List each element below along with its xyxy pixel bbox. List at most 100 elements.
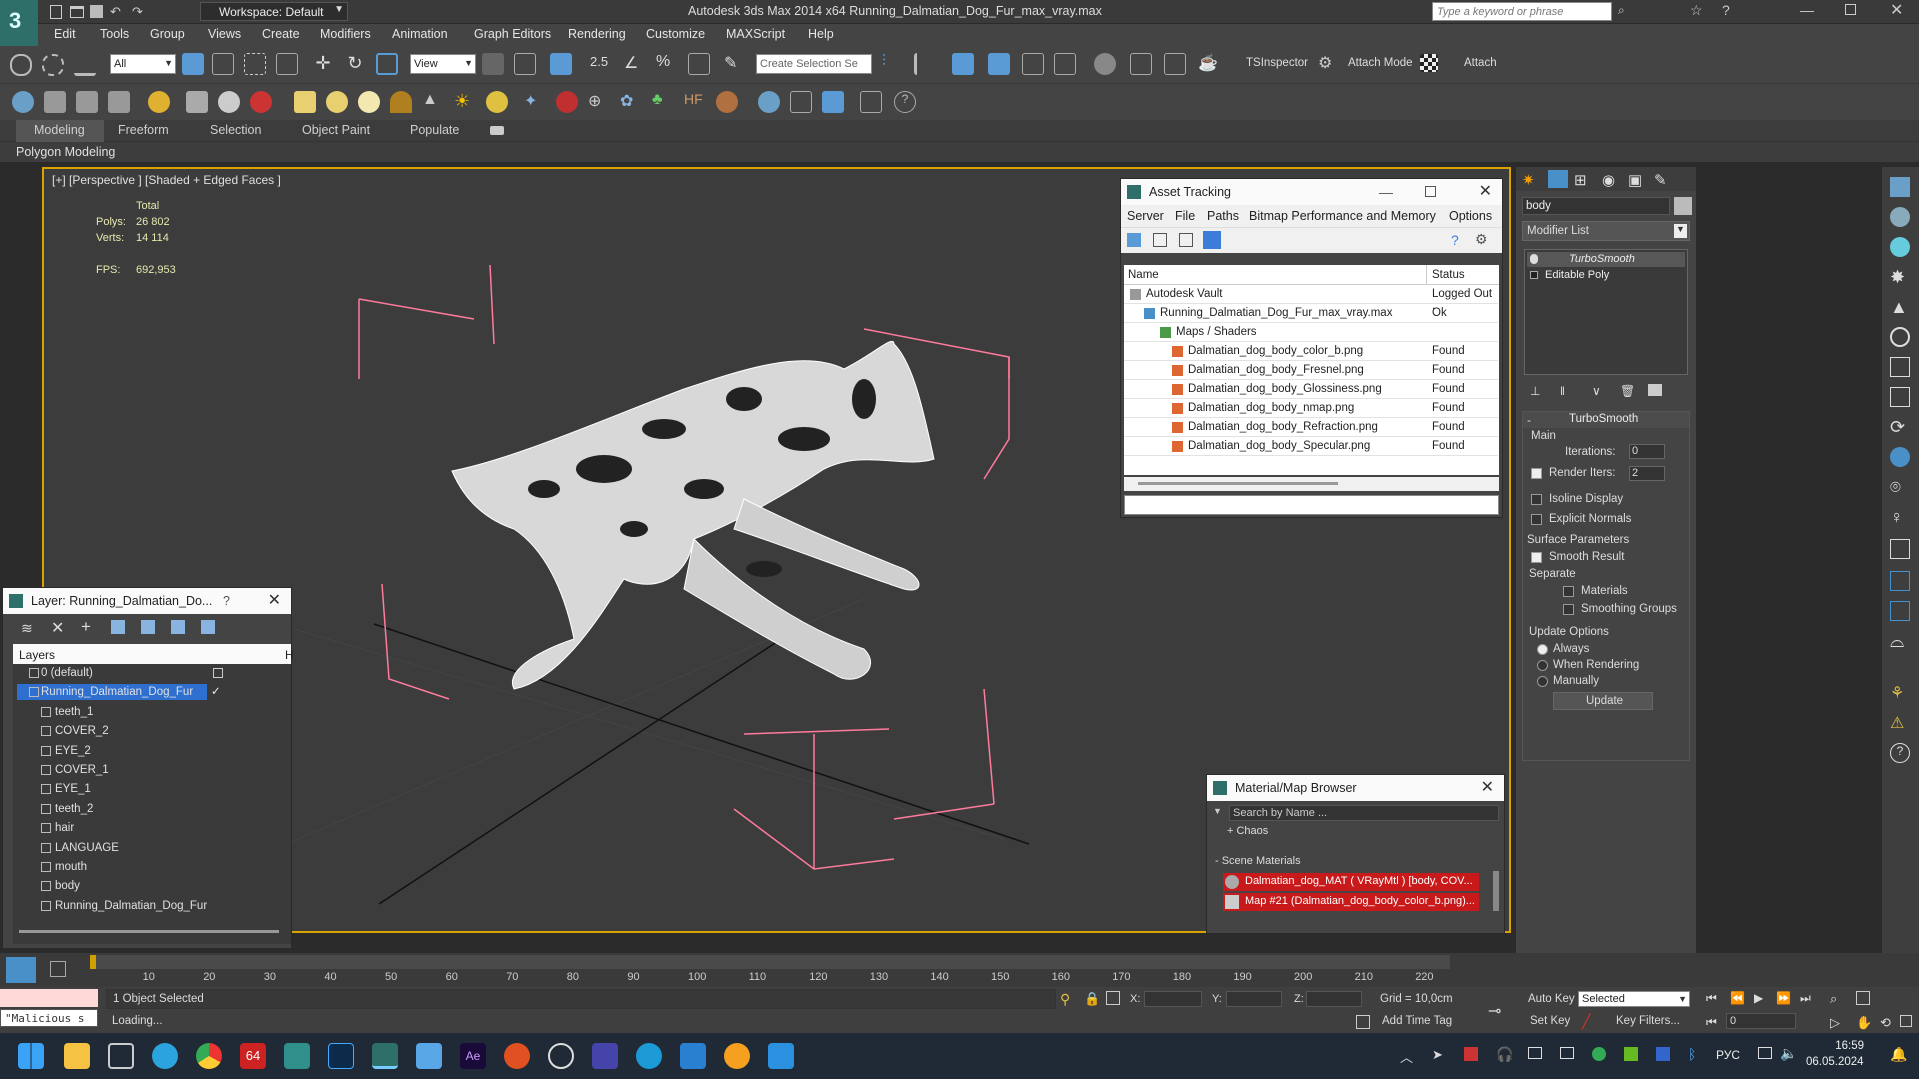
vray-render-icon[interactable] <box>1890 177 1910 197</box>
column-name[interactable]: Name <box>1128 269 1159 281</box>
tray-shield-icon[interactable] <box>1656 1047 1670 1061</box>
selection-filter-dropdown[interactable]: All ▼ <box>110 54 176 74</box>
unlink-icon[interactable] <box>42 54 64 76</box>
app-64-icon[interactable]: 64 <box>240 1043 266 1069</box>
modifier-list-dropdown[interactable]: Modifier List ▼ <box>1522 221 1690 241</box>
asset-menu-server[interactable]: Server <box>1127 209 1164 223</box>
tab-object-paint[interactable]: Object Paint <box>302 123 370 137</box>
object-color-swatch[interactable] <box>1674 197 1692 215</box>
tray-date[interactable]: 06.05.2024 <box>1806 1056 1864 1068</box>
open-file-icon[interactable] <box>70 6 84 18</box>
vray-light-icon[interactable] <box>1890 237 1910 257</box>
script-listener-mini[interactable] <box>0 989 98 1007</box>
named-selection-dropdown[interactable]: Create Selection Se <box>756 54 872 74</box>
layer-item[interactable]: mouth <box>13 858 289 877</box>
current-layer-check-icon[interactable]: ✓ <box>211 684 221 698</box>
horizontal-scrollbar[interactable] <box>1124 477 1499 491</box>
vray-fur-icon[interactable] <box>250 91 272 113</box>
select-layer-objects-icon[interactable] <box>111 620 125 634</box>
vray-ies-icon[interactable]: ▲ <box>422 91 444 113</box>
remove-modifier-icon[interactable]: 🗑 <box>1620 384 1635 398</box>
help-icon[interactable]: ? <box>1722 2 1730 18</box>
vray-ambient-icon[interactable] <box>486 91 508 113</box>
tab-freeform[interactable]: Freeform <box>118 123 169 137</box>
tsinspector-label[interactable]: TSInspector <box>1246 57 1308 69</box>
vray-light-icon[interactable] <box>358 91 380 113</box>
vray-plane-icon[interactable] <box>1890 447 1910 467</box>
layer-item[interactable]: hair <box>13 819 289 838</box>
table-view-icon[interactable] <box>1203 231 1221 249</box>
vray-lister-icon[interactable] <box>1890 601 1910 621</box>
tray-headset-icon[interactable]: 🎧 <box>1496 1046 1513 1063</box>
asset-row[interactable]: Dalmatian_dog_body_nmap.png Found <box>1124 399 1498 418</box>
configure-sets-icon[interactable] <box>1648 384 1662 396</box>
frame-buffer-icon[interactable] <box>108 91 130 113</box>
refresh-icon[interactable] <box>1127 233 1141 247</box>
tray-red-app-icon[interactable] <box>1464 1047 1478 1061</box>
tab-modeling[interactable]: Modeling <box>16 120 104 142</box>
tab-populate[interactable]: Populate <box>410 123 459 137</box>
material-editor-icon[interactable] <box>1094 53 1116 75</box>
rollout-header[interactable]: - TurboSmooth <box>1523 412 1689 428</box>
3ds-max-icon[interactable] <box>284 1043 310 1069</box>
mini-curve-editor-icon[interactable] <box>50 961 66 977</box>
scale-icon[interactable] <box>376 53 398 75</box>
menu-group[interactable]: Group <box>150 27 185 41</box>
timeline-configure-icon[interactable] <box>6 957 36 983</box>
binoculars-icon[interactable]: ⌕ <box>1618 3 1634 19</box>
material-browser-scrollbar[interactable] <box>1493 871 1499 911</box>
link-icon[interactable] <box>10 54 32 76</box>
tray-chevron-icon[interactable]: ︿ <box>1400 1047 1413 1066</box>
manually-radio[interactable] <box>1537 676 1548 687</box>
vray-lister-icon[interactable] <box>860 91 882 113</box>
utilities-tab-icon[interactable]: ✎ <box>1654 171 1667 189</box>
light-bulb-icon[interactable] <box>1530 254 1538 264</box>
object-name-field[interactable]: body <box>1522 197 1670 215</box>
schematic-view-icon[interactable] <box>1054 53 1076 75</box>
vray-hair-icon[interactable]: HF <box>684 91 706 113</box>
go-to-end-icon[interactable]: ⏭ <box>1800 991 1811 1006</box>
explicit-normals-checkbox[interactable] <box>1531 514 1542 525</box>
tray-volume-icon[interactable]: 🔈 <box>1780 1045 1797 1062</box>
map-item[interactable]: Map #21 (Dalmatian_dog_body_color_b.png)… <box>1223 893 1479 911</box>
ribbon-options-icon[interactable] <box>490 126 504 135</box>
layer-manager-icon[interactable] <box>952 53 974 75</box>
vray-proxy-icon[interactable]: ✦ <box>524 91 546 113</box>
play-icon[interactable]: ▶ <box>1754 991 1763 1005</box>
checker-icon[interactable] <box>1420 54 1438 72</box>
asset-row[interactable]: Autodesk Vault Logged Out . <box>1124 285 1498 312</box>
vray-help-icon[interactable]: ? <box>894 91 916 113</box>
menu-rendering[interactable]: Rendering <box>568 27 626 41</box>
keyboard-shortcut-override-icon[interactable] <box>550 53 572 75</box>
attach-mode-icon[interactable]: ⚙ <box>1318 53 1340 75</box>
notepad-icon[interactable] <box>416 1043 442 1069</box>
layer-item[interactable]: COVER_1 <box>13 761 289 780</box>
smooth-result-checkbox[interactable] <box>1531 552 1542 563</box>
minimize-icon[interactable]: — <box>1800 2 1814 18</box>
vray-decal-icon[interactable] <box>1890 571 1910 591</box>
update-button[interactable]: Update <box>1553 692 1653 710</box>
asset-path-field[interactable] <box>1124 495 1499 515</box>
snap-toggle[interactable]: 2.5 <box>590 54 608 69</box>
vray-settings-icon[interactable]: ⌓ <box>1890 631 1904 652</box>
scene-explorer-icon[interactable] <box>988 53 1010 75</box>
layer-scrollbar[interactable] <box>19 930 279 933</box>
windows-start-icon[interactable] <box>18 1043 44 1069</box>
pivot-center-icon[interactable] <box>482 53 504 75</box>
next-frame-icon[interactable]: ⏩ <box>1776 991 1791 1005</box>
vray-dome-icon[interactable] <box>390 91 412 113</box>
key-mode-dropdown[interactable]: Selected ▼ <box>1578 991 1690 1007</box>
show-end-result-icon[interactable]: ‖ <box>1560 384 1565 398</box>
previous-frame-icon[interactable]: ⏪ <box>1730 991 1745 1005</box>
vray-help-icon[interactable]: ? <box>1890 743 1910 763</box>
save-icon[interactable] <box>90 5 103 18</box>
tray-language[interactable]: РУС <box>1716 1048 1740 1062</box>
asset-menu-file[interactable]: File <box>1175 209 1195 223</box>
highlight-layer-icon[interactable] <box>141 620 155 634</box>
layer-item[interactable]: Running_Dalmatian_Dog_Fur <box>13 897 289 916</box>
render-production-icon[interactable]: ☕ <box>1198 53 1220 75</box>
menu-edit[interactable]: Edit <box>54 27 76 41</box>
render-iters-spinner[interactable]: 2 <box>1629 466 1665 481</box>
vray-clipper-icon[interactable]: ✿ <box>620 91 642 113</box>
list-view-icon[interactable] <box>1153 233 1167 247</box>
